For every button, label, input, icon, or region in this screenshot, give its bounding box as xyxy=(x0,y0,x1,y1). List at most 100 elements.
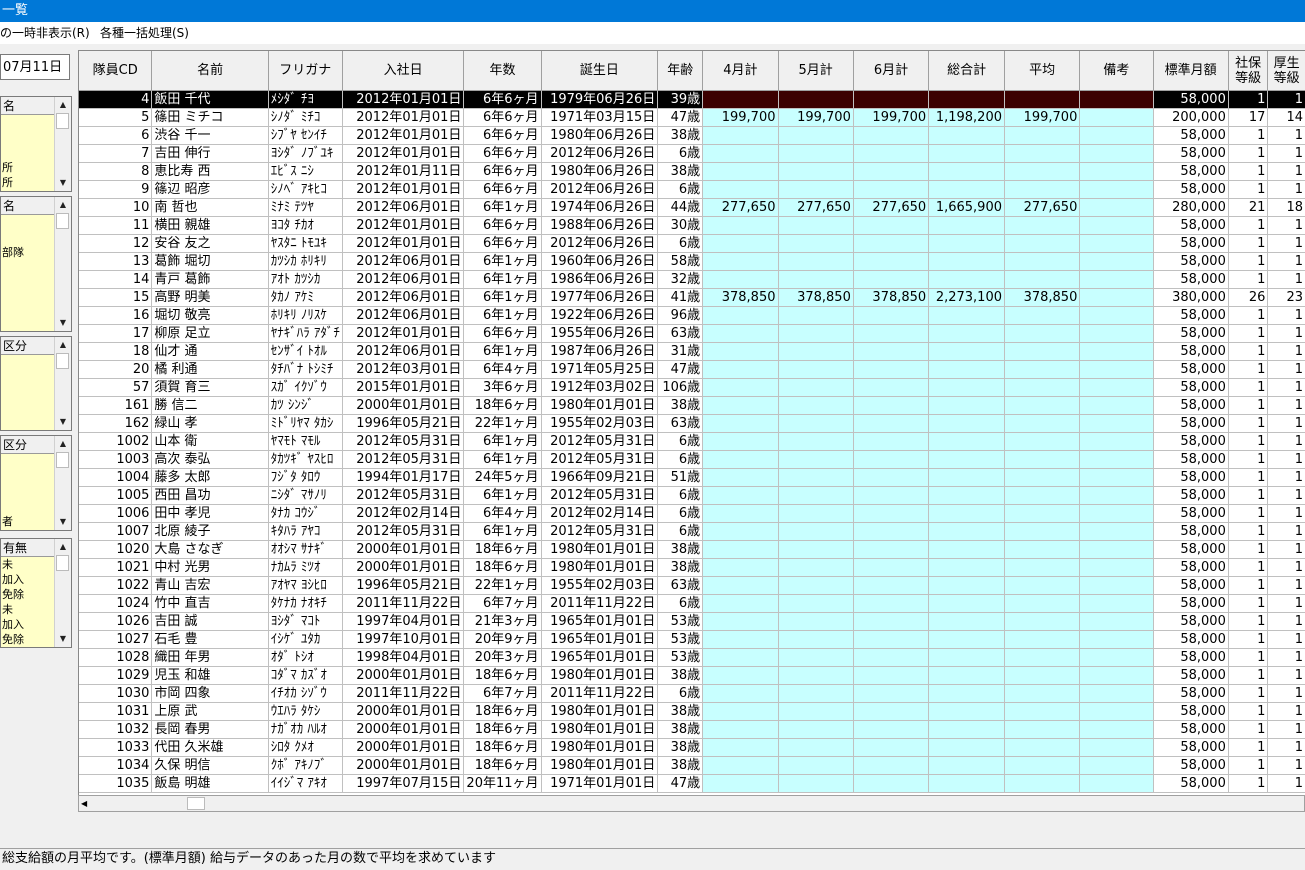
table-cell[interactable]: 6歳 xyxy=(657,180,704,199)
table-cell[interactable] xyxy=(702,126,779,145)
table-cell[interactable] xyxy=(1004,378,1081,397)
table-cell[interactable] xyxy=(778,162,854,181)
table-cell[interactable] xyxy=(853,342,930,361)
table-cell[interactable]: 1 xyxy=(1228,576,1269,595)
table-cell[interactable]: ﾀｶﾉ ｱｹﾐ xyxy=(268,288,343,307)
table-cell[interactable]: 長岡 春男 xyxy=(151,720,269,739)
table-cell[interactable]: 1 xyxy=(1267,720,1305,739)
table-cell[interactable]: 38歳 xyxy=(657,720,704,739)
table-cell[interactable] xyxy=(778,684,854,703)
table-cell[interactable] xyxy=(1004,522,1081,541)
table-cell[interactable] xyxy=(1079,576,1154,595)
table-cell[interactable] xyxy=(1079,702,1154,721)
table-cell[interactable]: 58,000 xyxy=(1153,450,1229,469)
table-cell[interactable] xyxy=(702,630,779,649)
table-cell[interactable] xyxy=(1079,126,1154,145)
list-item[interactable] xyxy=(1,415,55,430)
table-cell[interactable]: 1 xyxy=(1228,504,1269,523)
table-cell[interactable]: 1 xyxy=(1267,396,1305,415)
table-cell[interactable]: 6年1ヶ月 xyxy=(463,252,542,271)
table-cell[interactable]: 1980年01月01日 xyxy=(541,540,659,559)
table-cell[interactable]: 6年4ヶ月 xyxy=(463,360,542,379)
list-item[interactable]: 免除 xyxy=(1,587,55,602)
table-cell[interactable]: 5 xyxy=(79,108,153,127)
filter-list[interactable]: 名部隊役用▲▼ xyxy=(0,196,72,332)
table-cell[interactable]: 6年6ヶ月 xyxy=(463,216,542,235)
filter-list-header[interactable]: 有無 xyxy=(1,539,55,557)
table-cell[interactable] xyxy=(853,216,930,235)
table-row[interactable]: 1002 山本 衛ﾔﾏﾓﾄ ﾏﾓﾙ 2012年05月31日 6年1ヶ月 2012年05月… xyxy=(79,432,1305,451)
table-cell[interactable]: 22年1ヶ月 xyxy=(463,414,542,433)
table-cell[interactable] xyxy=(778,468,854,487)
scroll-down-icon[interactable]: ▼ xyxy=(55,414,71,430)
table-cell[interactable]: 11 xyxy=(79,216,153,235)
table-cell[interactable] xyxy=(778,306,854,325)
table-cell[interactable]: 1 xyxy=(1228,324,1269,343)
table-cell[interactable] xyxy=(1004,234,1081,253)
table-cell[interactable] xyxy=(1004,576,1081,595)
list-item[interactable]: 免除 xyxy=(1,632,55,647)
table-row[interactable]: 4 飯田 千代 ﾒｼﾀﾞ ﾁﾖ 2012年01月01日 6年6ヶ月 1979年06月26日… xyxy=(79,90,1305,109)
table-cell[interactable]: 1020 xyxy=(79,540,153,559)
table-cell[interactable]: 2000年01月01日 xyxy=(342,666,465,685)
table-cell[interactable]: 1 xyxy=(1228,684,1269,703)
table-row[interactable]: 1030 市岡 四象 ｲﾁｵｶ ｼｿﾞｳ 2011年11月22日 6年7ヶ月 2011年1… xyxy=(79,684,1305,703)
table-cell[interactable] xyxy=(778,486,854,505)
table-cell[interactable]: 1997年07月15日 xyxy=(342,774,465,793)
list-item[interactable] xyxy=(1,275,55,290)
table-cell[interactable] xyxy=(928,378,1005,397)
table-cell[interactable]: 18年6ヶ月 xyxy=(463,396,542,415)
table-cell[interactable] xyxy=(928,540,1005,559)
table-cell[interactable]: 6年1ヶ月 xyxy=(463,432,542,451)
list-item[interactable] xyxy=(1,130,55,145)
table-cell[interactable] xyxy=(778,378,854,397)
table-cell[interactable]: 58,000 xyxy=(1153,612,1229,631)
table-cell[interactable]: 1 xyxy=(1228,234,1269,253)
table-cell[interactable]: 1 xyxy=(1267,486,1305,505)
table-cell[interactable]: ﾀｶﾂｷﾞ ﾔｽﾋﾛ xyxy=(268,450,343,469)
table-cell[interactable]: 2012年05月31日 xyxy=(342,450,465,469)
table-cell[interactable] xyxy=(702,144,779,163)
table-cell[interactable] xyxy=(853,432,930,451)
table-cell[interactable] xyxy=(853,540,930,559)
table-cell[interactable] xyxy=(1004,126,1081,145)
table-cell[interactable]: 吉田 誠 xyxy=(151,612,269,631)
table-cell[interactable]: 代田 久米雄 xyxy=(151,738,269,757)
table-cell[interactable]: 17 xyxy=(79,324,153,343)
column-header[interactable]: 平均 xyxy=(1004,51,1081,91)
table-cell[interactable]: 吉田 伸行 xyxy=(151,144,269,163)
table-cell[interactable]: 39歳 xyxy=(657,90,704,109)
table-cell[interactable]: 58,000 xyxy=(1153,558,1229,577)
table-cell[interactable]: 飯島 明雄 xyxy=(151,774,269,793)
table-cell[interactable]: 16 xyxy=(79,306,153,325)
table-cell[interactable]: 378,850 xyxy=(1004,288,1081,307)
table-cell[interactable] xyxy=(853,486,930,505)
list-item[interactable]: 所 xyxy=(1,160,55,175)
table-cell[interactable] xyxy=(702,486,779,505)
table-cell[interactable]: 8 xyxy=(79,162,153,181)
table-cell[interactable] xyxy=(702,648,779,667)
table-cell[interactable]: 58,000 xyxy=(1153,234,1229,253)
table-cell[interactable]: 18年6ヶ月 xyxy=(463,756,542,775)
table-cell[interactable]: 1027 xyxy=(79,630,153,649)
table-cell[interactable] xyxy=(853,702,930,721)
table-cell[interactable] xyxy=(853,126,930,145)
table-cell[interactable]: 277,650 xyxy=(702,198,779,217)
table-cell[interactable]: 58,000 xyxy=(1153,756,1229,775)
table-cell[interactable]: ｵﾀﾞ ﾄｼｵ xyxy=(268,648,343,667)
table-cell[interactable]: 石毛 豊 xyxy=(151,630,269,649)
table-cell[interactable] xyxy=(1004,612,1081,631)
list-item[interactable] xyxy=(1,215,55,230)
table-cell[interactable]: 1 xyxy=(1228,252,1269,271)
table-cell[interactable] xyxy=(928,612,1005,631)
table-cell[interactable]: 1 xyxy=(1267,450,1305,469)
table-cell[interactable]: 44歳 xyxy=(657,198,704,217)
table-cell[interactable] xyxy=(853,774,930,793)
table-cell[interactable]: 1 xyxy=(1228,648,1269,667)
table-cell[interactable] xyxy=(1079,486,1154,505)
table-cell[interactable] xyxy=(928,630,1005,649)
table-cell[interactable]: 1 xyxy=(1267,756,1305,775)
table-cell[interactable]: 38歳 xyxy=(657,540,704,559)
table-cell[interactable]: 1 xyxy=(1267,594,1305,613)
table-cell[interactable] xyxy=(1079,396,1154,415)
